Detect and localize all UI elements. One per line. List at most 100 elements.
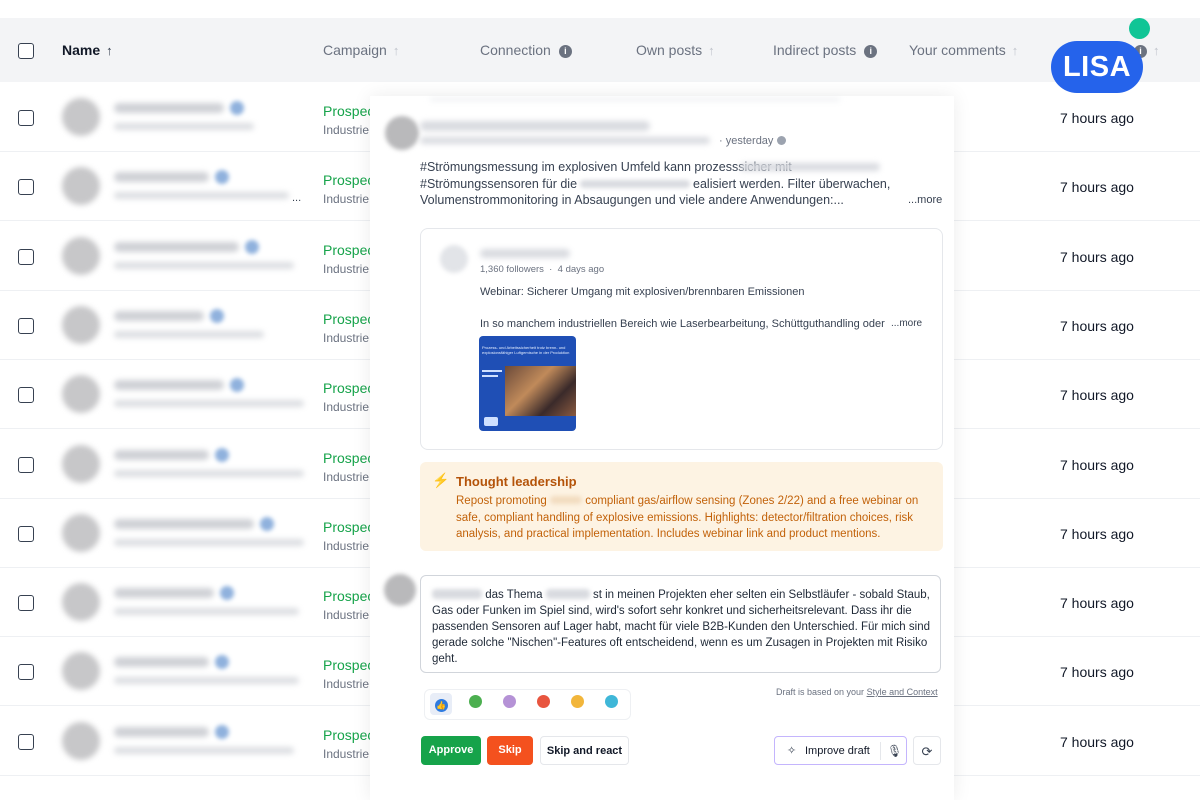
- post-more-link[interactable]: ...more: [908, 194, 942, 206]
- company-name: [480, 249, 570, 258]
- avatar[interactable]: [62, 721, 100, 760]
- contact-name[interactable]: [114, 726, 209, 737]
- header-own-posts[interactable]: Own posts ↑: [636, 42, 715, 58]
- sort-up-icon: ↑: [106, 43, 113, 58]
- insight-body: Repost promoting compliant gas/airflow s…: [456, 493, 936, 543]
- post-time: · yesterday: [719, 135, 786, 147]
- webinar-thumbnail[interactable]: Prozess- und Arbeitssicherheit trotz bre…: [479, 336, 576, 431]
- campaign-subtitle: Industrie: [323, 608, 370, 623]
- contact-name[interactable]: [114, 310, 204, 321]
- header-your-comments-label: Your comments: [909, 42, 1006, 58]
- avatar[interactable]: [62, 167, 100, 206]
- lisa-logo[interactable]: LISA: [1051, 41, 1143, 93]
- table-header: Name ↑ Campaign ↑ Connection i Own posts ↑ I…: [0, 18, 1200, 82]
- redacted-text: [432, 589, 482, 599]
- avatar[interactable]: [62, 583, 100, 622]
- avatar[interactable]: [62, 513, 100, 552]
- header-your-comments[interactable]: Your comments ↑: [909, 42, 1018, 58]
- status-dot: [1129, 18, 1150, 39]
- post-line-2a-text: #Strömungssensoren für die: [420, 177, 578, 191]
- contact-headline: [114, 400, 304, 408]
- header-campaign-label: Campaign: [323, 42, 387, 58]
- campaign-name[interactable]: Prospec: [323, 103, 374, 119]
- skip-and-react-button[interactable]: Skip and react: [540, 736, 629, 765]
- campaign-name[interactable]: Prospec: [323, 588, 374, 604]
- row-checkbox[interactable]: [18, 595, 34, 612]
- avatar[interactable]: [62, 236, 100, 275]
- campaign-name[interactable]: Prospec: [323, 242, 374, 258]
- style-context-link[interactable]: Style and Context: [867, 687, 938, 697]
- insight-title: Thought leadership: [456, 474, 577, 489]
- header-connection[interactable]: Connection i: [480, 42, 572, 58]
- microphone-icon[interactable]: 🎙: [887, 737, 902, 766]
- row-checkbox[interactable]: [18, 525, 34, 542]
- avatar[interactable]: [62, 444, 100, 483]
- row-checkbox[interactable]: [18, 179, 34, 196]
- campaign-name[interactable]: Prospec: [323, 727, 374, 743]
- campaign-name[interactable]: Prospec: [323, 172, 374, 188]
- celebrate-icon[interactable]: [464, 693, 486, 715]
- campaign-name[interactable]: Prospec: [323, 519, 374, 535]
- info-icon[interactable]: i: [864, 45, 878, 58]
- contact-name[interactable]: [114, 241, 239, 252]
- reply-draft-text[interactable]: das Thema st in meinen Projekten eher se…: [432, 587, 930, 667]
- support-icon[interactable]: [498, 693, 520, 715]
- linkedin-badge-icon: [215, 655, 229, 670]
- contact-name[interactable]: [114, 103, 224, 113]
- insightful-icon[interactable]: [566, 693, 588, 715]
- campaign-name[interactable]: Prospec: [323, 311, 374, 327]
- row-checkbox[interactable]: [18, 733, 34, 750]
- contact-headline: [114, 261, 294, 269]
- contact-name[interactable]: [114, 657, 209, 668]
- contact-headline: [114, 608, 299, 616]
- comment-time: 7 hours ago: [1060, 456, 1134, 473]
- row-checkbox[interactable]: [18, 317, 34, 334]
- post-author-avatar: [385, 116, 419, 150]
- campaign-subtitle: Industrie: [323, 261, 370, 276]
- insight-box: ⚡ Thought leadership Repost promoting co…: [420, 462, 943, 551]
- thumb-title: Prozess- und Arbeitssicherheit trotz bre…: [482, 345, 570, 355]
- contact-name[interactable]: [114, 518, 254, 529]
- comment-time: 7 hours ago: [1060, 595, 1134, 612]
- row-checkbox[interactable]: [18, 110, 34, 126]
- contact-headline: [114, 677, 299, 685]
- header-campaign[interactable]: Campaign ↑: [323, 42, 399, 58]
- love-icon[interactable]: [532, 693, 554, 715]
- row-checkbox[interactable]: [18, 456, 34, 473]
- avatar[interactable]: [62, 375, 100, 414]
- campaign-name[interactable]: Prospec: [323, 657, 374, 673]
- shared-more-link[interactable]: ...more: [891, 318, 922, 329]
- contact-name[interactable]: [114, 449, 209, 460]
- funny-icon[interactable]: [600, 693, 622, 715]
- campaign-subtitle: Industrie: [323, 123, 370, 137]
- campaign-subtitle: Industrie: [323, 330, 370, 345]
- like-icon[interactable]: 👍: [430, 693, 452, 715]
- improve-draft-button[interactable]: ✧ Improve draft 🎙: [774, 736, 907, 765]
- header-indirect-posts[interactable]: Indirect posts i: [773, 42, 878, 58]
- campaign-name[interactable]: Prospec: [323, 380, 374, 396]
- avatar[interactable]: [62, 652, 100, 691]
- row-checkbox[interactable]: [18, 248, 34, 265]
- skip-button[interactable]: Skip: [487, 736, 533, 765]
- regenerate-button[interactable]: ⟳: [913, 736, 941, 765]
- contact-name[interactable]: [114, 588, 214, 599]
- campaign-subtitle: Industrie: [323, 746, 370, 761]
- contact-headline: [114, 123, 254, 130]
- campaign-name[interactable]: Prospec: [323, 450, 374, 466]
- header-name[interactable]: Name ↑: [62, 42, 113, 58]
- comment-time: 7 hours ago: [1060, 110, 1134, 126]
- row-checkbox[interactable]: [18, 664, 34, 681]
- approve-button[interactable]: Approve: [421, 736, 481, 765]
- contact-name[interactable]: [114, 380, 224, 391]
- comment-time: 7 hours ago: [1060, 179, 1134, 196]
- sort-up-icon: ↑: [392, 43, 400, 58]
- linkedin-badge-icon: [210, 308, 224, 323]
- select-all-checkbox[interactable]: [18, 43, 34, 59]
- info-icon[interactable]: i: [558, 45, 572, 58]
- row-checkbox[interactable]: [18, 387, 34, 404]
- contact-name[interactable]: [114, 172, 209, 183]
- avatar[interactable]: [62, 98, 100, 136]
- header-connection-label: Connection: [480, 42, 551, 58]
- avatar[interactable]: [62, 305, 100, 344]
- improve-draft-label: Improve draft: [805, 745, 870, 757]
